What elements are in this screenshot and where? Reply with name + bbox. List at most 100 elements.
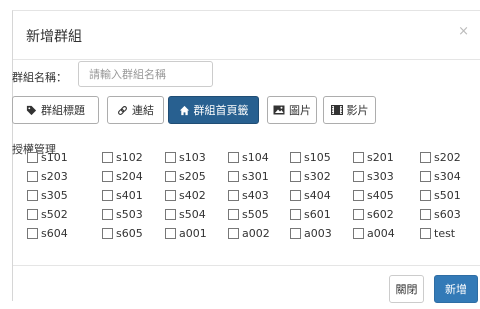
checkbox-box[interactable] (228, 227, 239, 239)
permission-checkbox[interactable]: s403 (228, 188, 269, 202)
permission-checkbox[interactable]: test (420, 226, 455, 240)
checkbox-box[interactable] (353, 208, 364, 220)
permission-code: s601 (304, 207, 331, 221)
checkbox-box[interactable] (290, 208, 301, 220)
permission-code: s603 (434, 207, 461, 221)
permission-checkbox[interactable]: s401 (102, 188, 143, 202)
permission-code: s403 (242, 188, 269, 202)
home-icon (179, 105, 190, 116)
permission-checkbox[interactable]: s104 (228, 150, 269, 164)
checkbox-box[interactable] (27, 189, 38, 201)
permission-checkbox[interactable]: s503 (102, 207, 143, 221)
permission-checkbox[interactable]: a003 (290, 226, 332, 240)
checkbox-box[interactable] (228, 151, 239, 163)
permission-code: s201 (367, 150, 394, 164)
permission-checkbox[interactable]: s402 (165, 188, 206, 202)
permission-checkbox[interactable]: s303 (353, 169, 394, 183)
permission-checkbox[interactable]: s505 (228, 207, 269, 221)
permission-checkbox[interactable]: s405 (353, 188, 394, 202)
checkbox-box[interactable] (165, 227, 176, 239)
permission-checkbox[interactable]: s504 (165, 207, 206, 221)
tab-image[interactable]: 圖片 (267, 96, 317, 124)
checkbox-box[interactable] (353, 170, 364, 182)
close-button[interactable]: 關閉 (389, 275, 424, 303)
checkbox-box[interactable] (420, 189, 431, 201)
permission-code: s105 (304, 150, 331, 164)
checkbox-box[interactable] (102, 151, 113, 163)
checkbox-box[interactable] (228, 189, 239, 201)
permission-checkbox[interactable]: s102 (102, 150, 143, 164)
checkbox-box[interactable] (102, 208, 113, 220)
permission-code: a004 (367, 226, 395, 240)
permission-checkbox[interactable]: s204 (102, 169, 143, 183)
checkbox-box[interactable] (290, 151, 301, 163)
permission-checkbox[interactable]: s201 (353, 150, 394, 164)
permission-code: s301 (242, 169, 269, 183)
checkbox-box[interactable] (102, 189, 113, 201)
tab-link[interactable]: 連結 (107, 96, 164, 124)
permission-checkbox[interactable]: s602 (353, 207, 394, 221)
checkbox-box[interactable] (165, 170, 176, 182)
close-icon[interactable]: × (458, 24, 469, 39)
tab-label: 圖片 (289, 104, 311, 117)
checkbox-box[interactable] (420, 151, 431, 163)
tab-label: 群組標題 (41, 104, 85, 117)
footer-divider (13, 265, 480, 266)
permission-code: test (434, 226, 456, 240)
permission-checkbox[interactable]: s101 (27, 150, 68, 164)
permission-checkbox[interactable]: s605 (102, 226, 143, 240)
checkbox-box[interactable] (420, 170, 431, 182)
checkbox-box[interactable] (165, 208, 176, 220)
checkbox-box[interactable] (228, 170, 239, 182)
permission-checkbox[interactable]: s205 (165, 169, 206, 183)
checkbox-box[interactable] (353, 227, 364, 239)
checkbox-box[interactable] (290, 227, 301, 239)
permission-checkbox[interactable]: s305 (27, 188, 68, 202)
permission-checkbox[interactable]: a004 (353, 226, 395, 240)
permission-checkbox[interactable]: s203 (27, 169, 68, 183)
checkbox-box[interactable] (27, 170, 38, 182)
permission-checkbox[interactable]: s601 (290, 207, 331, 221)
checkbox-box[interactable] (290, 189, 301, 201)
permission-code: s602 (367, 207, 394, 221)
checkbox-box[interactable] (165, 151, 176, 163)
permission-checkbox[interactable]: s603 (420, 207, 461, 221)
checkbox-box[interactable] (102, 227, 113, 239)
permission-checkbox[interactable]: s501 (420, 188, 461, 202)
permission-checkbox[interactable]: a002 (228, 226, 270, 240)
permission-checkbox[interactable]: s103 (165, 150, 206, 164)
permission-checkbox[interactable]: s404 (290, 188, 331, 202)
checkbox-box[interactable] (353, 151, 364, 163)
permission-code: s404 (304, 188, 331, 202)
dialog-header: 新增群組 × (13, 11, 480, 60)
permission-code: s104 (242, 150, 269, 164)
checkbox-box[interactable] (290, 170, 301, 182)
permission-checkbox[interactable]: s304 (420, 169, 461, 183)
tab-group-home[interactable]: 群組首頁籤 (168, 96, 259, 124)
checkbox-box[interactable] (420, 208, 431, 220)
permission-checkbox[interactable]: s502 (27, 207, 68, 221)
add-button[interactable]: 新增 (434, 275, 478, 303)
checkbox-box[interactable] (27, 151, 38, 163)
checkbox-box[interactable] (27, 208, 38, 220)
checkbox-box[interactable] (353, 189, 364, 201)
permission-checkbox[interactable]: s604 (27, 226, 68, 240)
link-icon (117, 105, 128, 116)
tab-group-title[interactable]: 群組標題 (12, 96, 99, 124)
permission-checkbox[interactable]: s105 (290, 150, 331, 164)
permission-checkbox[interactable]: s302 (290, 169, 331, 183)
permission-code: s405 (367, 188, 394, 202)
permission-code: s103 (179, 150, 206, 164)
checkbox-box[interactable] (27, 227, 38, 239)
checkbox-box[interactable] (420, 227, 431, 239)
checkbox-box[interactable] (165, 189, 176, 201)
permission-code: a002 (242, 226, 270, 240)
tab-video[interactable]: 影片 (323, 96, 376, 124)
checkbox-box[interactable] (228, 208, 239, 220)
tab-label: 群組首頁籤 (193, 104, 249, 117)
checkbox-box[interactable] (102, 170, 113, 182)
permission-checkbox[interactable]: s301 (228, 169, 269, 183)
permission-checkbox[interactable]: s202 (420, 150, 461, 164)
group-name-input[interactable] (78, 61, 213, 87)
permission-checkbox[interactable]: a001 (165, 226, 207, 240)
